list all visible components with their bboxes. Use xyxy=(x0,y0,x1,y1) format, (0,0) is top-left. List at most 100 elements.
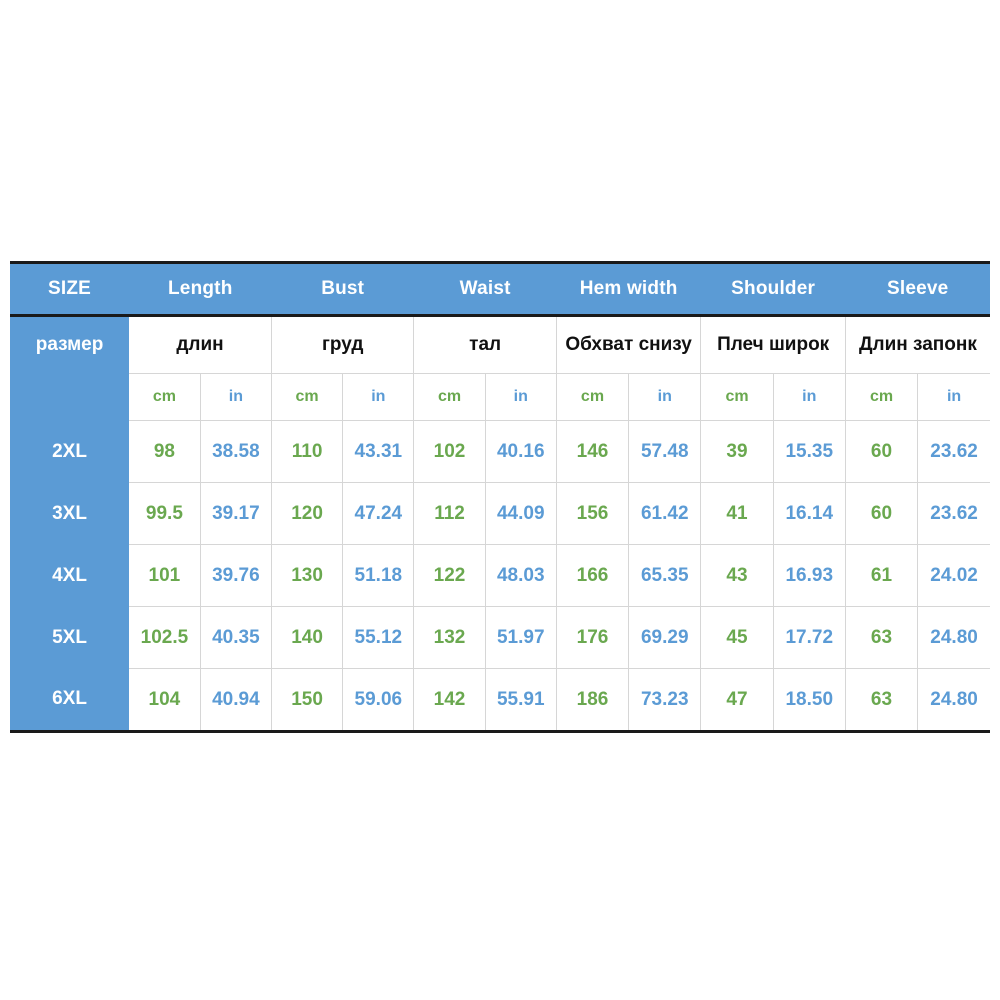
cell-value: 47 xyxy=(700,668,774,732)
cell-value: 102.5 xyxy=(129,606,201,669)
cell-value: 40.16 xyxy=(485,420,557,483)
header-row-units: cm in cm in cm in cm in cm in cm in xyxy=(10,373,990,421)
cell-value: 176 xyxy=(556,606,630,669)
cell-value: 146 xyxy=(556,420,630,483)
cell-value: 57.48 xyxy=(628,420,702,483)
cell-value: 166 xyxy=(556,544,630,607)
cell-value: 156 xyxy=(556,482,630,545)
header-measure-en-2: Waist xyxy=(413,261,557,317)
cell-value: 24.02 xyxy=(917,544,990,607)
cell-value: 112 xyxy=(413,482,486,545)
header-measure-en-4: Shoulder xyxy=(700,261,846,317)
header-measure-ru-4: Плеч широк xyxy=(700,315,846,374)
cell-value: 60 xyxy=(845,420,919,483)
cell-value: 47.24 xyxy=(342,482,415,545)
header-measure-en-1: Bust xyxy=(271,261,414,317)
cell-value: 40.35 xyxy=(200,606,272,669)
cell-value: 43 xyxy=(700,544,774,607)
header-measure-ru-0: длин xyxy=(129,315,272,374)
header-measure-ru-2: тал xyxy=(413,315,557,374)
cell-value: 63 xyxy=(845,606,919,669)
cell-value: 132 xyxy=(413,606,486,669)
cell-value: 41 xyxy=(700,482,774,545)
cell-value: 65.35 xyxy=(628,544,702,607)
cell-value: 59.06 xyxy=(342,668,415,732)
cell-value: 45 xyxy=(700,606,774,669)
row-size-label: 6XL xyxy=(10,668,130,732)
table-row: 6XL 104 40.94 150 59.06 142 55.91 186 73… xyxy=(10,668,990,732)
row-size-label: 3XL xyxy=(10,482,130,545)
row-size-label: 2XL xyxy=(10,420,130,483)
cell-value: 98 xyxy=(129,420,201,483)
page-canvas: SIZE Length Bust Waist Hem width Shoulde… xyxy=(0,0,1000,1000)
unit-cm-5: cm xyxy=(845,373,919,421)
unit-cm-0: cm xyxy=(129,373,201,421)
cell-value: 40.94 xyxy=(200,668,272,732)
cell-value: 23.62 xyxy=(917,482,990,545)
cell-value: 43.31 xyxy=(342,420,415,483)
cell-value: 23.62 xyxy=(917,420,990,483)
table-row: 2XL 98 38.58 110 43.31 102 40.16 146 57.… xyxy=(10,420,990,483)
cell-value: 38.58 xyxy=(200,420,272,483)
header-row-russian: размер длин груд тал Обхват снизу Плеч ш… xyxy=(10,315,990,374)
cell-value: 60 xyxy=(845,482,919,545)
row-size-label: 5XL xyxy=(10,606,130,669)
header-size-en: SIZE xyxy=(10,261,130,317)
unit-cm-4: cm xyxy=(700,373,774,421)
cell-value: 18.50 xyxy=(773,668,846,732)
unit-in-1: in xyxy=(342,373,415,421)
header-measure-ru-3: Обхват снизу xyxy=(556,315,702,374)
size-chart-body: SIZE Length Bust Waist Hem width Shoulde… xyxy=(10,261,990,732)
cell-value: 24.80 xyxy=(917,668,990,732)
size-chart-table: SIZE Length Bust Waist Hem width Shoulde… xyxy=(10,261,990,733)
header-measure-en-0: Length xyxy=(129,261,272,317)
units-size-spacer xyxy=(10,373,130,421)
cell-value: 16.14 xyxy=(773,482,846,545)
cell-value: 150 xyxy=(271,668,344,732)
cell-value: 122 xyxy=(413,544,486,607)
cell-value: 48.03 xyxy=(485,544,557,607)
cell-value: 61.42 xyxy=(628,482,702,545)
cell-value: 110 xyxy=(271,420,344,483)
cell-value: 39.17 xyxy=(200,482,272,545)
size-chart-container: SIZE Length Bust Waist Hem width Shoulde… xyxy=(10,261,990,733)
cell-value: 61 xyxy=(845,544,919,607)
cell-value: 130 xyxy=(271,544,344,607)
cell-value: 51.97 xyxy=(485,606,557,669)
cell-value: 142 xyxy=(413,668,486,732)
cell-value: 140 xyxy=(271,606,344,669)
cell-value: 44.09 xyxy=(485,482,557,545)
table-row: 4XL 101 39.76 130 51.18 122 48.03 166 65… xyxy=(10,544,990,607)
header-row-english: SIZE Length Bust Waist Hem width Shoulde… xyxy=(10,261,990,317)
cell-value: 186 xyxy=(556,668,630,732)
header-measure-en-3: Hem width xyxy=(556,261,701,317)
unit-cm-1: cm xyxy=(271,373,344,421)
cell-value: 15.35 xyxy=(773,420,846,483)
cell-value: 16.93 xyxy=(773,544,846,607)
cell-value: 63 xyxy=(845,668,919,732)
cell-value: 55.12 xyxy=(342,606,415,669)
header-measure-ru-5: Длин запонк xyxy=(845,315,990,374)
unit-in-3: in xyxy=(628,373,702,421)
row-size-label: 4XL xyxy=(10,544,130,607)
cell-value: 101 xyxy=(129,544,201,607)
cell-value: 51.18 xyxy=(342,544,415,607)
cell-value: 73.23 xyxy=(628,668,702,732)
table-row: 5XL 102.5 40.35 140 55.12 132 51.97 176 … xyxy=(10,606,990,669)
cell-value: 39.76 xyxy=(200,544,272,607)
cell-value: 17.72 xyxy=(773,606,846,669)
unit-in-2: in xyxy=(485,373,557,421)
unit-in-4: in xyxy=(773,373,846,421)
cell-value: 99.5 xyxy=(129,482,201,545)
cell-value: 102 xyxy=(413,420,486,483)
cell-value: 39 xyxy=(700,420,774,483)
header-size-ru: размер xyxy=(10,315,130,374)
table-row: 3XL 99.5 39.17 120 47.24 112 44.09 156 6… xyxy=(10,482,990,545)
unit-in-0: in xyxy=(200,373,272,421)
unit-cm-2: cm xyxy=(413,373,486,421)
header-measure-ru-1: груд xyxy=(271,315,415,374)
cell-value: 104 xyxy=(129,668,201,732)
cell-value: 55.91 xyxy=(485,668,557,732)
header-measure-en-5: Sleeve xyxy=(845,261,990,317)
unit-cm-3: cm xyxy=(556,373,630,421)
